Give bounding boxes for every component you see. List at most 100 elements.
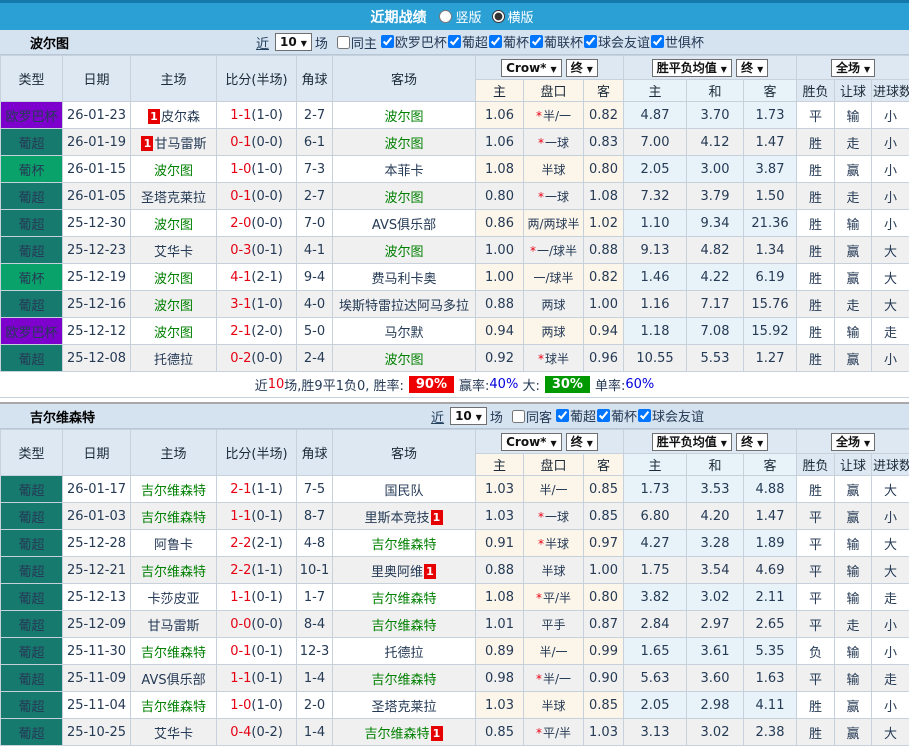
league-checkbox[interactable]	[596, 409, 610, 422]
league-checkbox[interactable]	[380, 35, 394, 48]
avg-away-odds: 2.65	[743, 610, 798, 638]
fulltime-score: 2-1	[230, 481, 252, 497]
league-badge: 葡超	[0, 182, 63, 210]
away-odds: 0.94	[582, 317, 625, 345]
match-row: 葡超 25-12-23 艾华卡 0-3(0-1) 4-1 波尔图 1.00 *一/球半 0.88…	[0, 236, 909, 264]
home-team: 波尔图	[130, 155, 217, 183]
home-odds: 1.01	[475, 610, 524, 638]
match-date: 25-12-12	[62, 317, 131, 345]
result-wdl: 胜	[796, 290, 836, 318]
league-badge: 欧罗巴杯	[0, 101, 63, 129]
league-filter-option[interactable]: 世俱杯	[650, 32, 704, 51]
team-label: 波尔图	[384, 136, 424, 152]
scope-select[interactable]: 全场 ▼	[830, 432, 876, 451]
avg-away-odds: 2.38	[743, 718, 798, 746]
match-date: 25-11-30	[62, 637, 131, 665]
result-wdl: 负	[796, 637, 836, 665]
league-badge: 葡超	[0, 475, 63, 503]
recent-count-select[interactable]: 10 ▼	[275, 33, 312, 51]
team-label: 吉尔维森特	[371, 591, 437, 607]
same-venue-filter[interactable]: 同客	[511, 407, 552, 426]
home-odds: 1.06	[475, 128, 524, 156]
avg-type-select[interactable]: 胜平负均值 ▼	[651, 58, 732, 77]
home-odds: 0.88	[475, 290, 524, 318]
league-filter-option[interactable]: 葡超	[447, 32, 488, 51]
layout-vertical-option[interactable]: 竖版	[439, 7, 482, 26]
match-row: 葡超 25-12-08 托德拉 0-2(0-0) 2-4 波尔图 0.92 *球半 0.96 10…	[0, 344, 909, 372]
fulltime-score: 0-1	[230, 643, 252, 659]
corner-count: 1-4	[296, 718, 333, 746]
page-header: 近期战绩 竖版 横版	[0, 0, 909, 30]
league-filter-option[interactable]: 欧罗巴杯	[380, 32, 447, 51]
league-filter-option[interactable]: 球会友谊	[583, 32, 650, 51]
odds-time-select[interactable]: 终 ▼	[565, 432, 598, 451]
summary-count: 10	[267, 377, 285, 392]
same-venue-checkbox[interactable]	[511, 409, 525, 423]
halftime-score: (1-0)	[251, 296, 283, 312]
fulltime-score: 3-1	[230, 296, 252, 312]
league-label: 球会友谊	[651, 410, 704, 425]
match-score: 2-1(1-1)	[216, 475, 297, 503]
col-avg-home: 主	[623, 453, 688, 476]
avg-away-odds: 1.89	[743, 529, 798, 557]
odds-time-select[interactable]: 终 ▼	[565, 58, 598, 77]
recent-link[interactable]: 近	[256, 33, 269, 52]
team-label: 托德拉	[384, 645, 424, 661]
match-score: 2-1(2-0)	[216, 317, 297, 345]
odds-company-select[interactable]: Crow* ▼	[501, 58, 562, 77]
corner-count: 7-3	[296, 155, 333, 183]
avg-draw-odds: 3.02	[686, 583, 745, 611]
league-badge: 葡超	[0, 691, 63, 719]
league-checkbox[interactable]	[447, 35, 461, 48]
avg-draw-odds: 2.98	[686, 691, 745, 719]
odds-group-header: Crow* ▼ 终 ▼	[474, 55, 625, 80]
league-filter-option[interactable]: 葡杯	[488, 32, 529, 51]
match-score: 3-1(1-0)	[216, 290, 297, 318]
recent-count-select[interactable]: 10 ▼	[450, 407, 487, 425]
avg-home-odds: 2.05	[623, 155, 688, 183]
match-row: 葡超 26-01-03 吉尔维森特 1-1(0-1) 8-7 里斯本竞技 1 1.03 *一球 0…	[0, 502, 909, 530]
avg-type-select[interactable]: 胜平负均值 ▼	[651, 432, 732, 451]
league-filter-option[interactable]: 葡联杯	[529, 32, 583, 51]
league-filter-option[interactable]: 葡超	[555, 406, 596, 425]
avg-time-select[interactable]: 终 ▼	[736, 432, 769, 451]
horizontal-layout-radio[interactable]	[491, 10, 505, 23]
league-checkbox[interactable]	[650, 35, 664, 48]
home-odds: 1.03	[475, 691, 524, 719]
result-wdl: 胜	[796, 718, 836, 746]
handicap-line: 一/球半	[523, 263, 584, 291]
team-label: AVS俱乐部	[371, 217, 437, 233]
result-wdl: 胜	[796, 475, 836, 503]
scope-select[interactable]: 全场 ▼	[830, 58, 876, 77]
away-odds: 1.03	[582, 718, 625, 746]
league-checkbox[interactable]	[583, 35, 597, 48]
result-handicap: 赢	[834, 691, 873, 719]
league-filter-option[interactable]: 球会友谊	[637, 406, 704, 425]
match-row: 葡超 25-12-09 甘马雷斯 0-0(0-0) 8-4 吉尔维森特 1.01 平手 0.87…	[0, 610, 909, 638]
col-corner: 角球	[296, 429, 333, 476]
recent-link[interactable]: 近	[431, 407, 444, 426]
avg-draw-odds: 9.34	[686, 209, 745, 237]
same-venue-checkbox[interactable]	[336, 35, 350, 49]
star-mark: *	[535, 108, 542, 123]
league-filter-option[interactable]: 葡杯	[596, 406, 637, 425]
league-checkbox[interactable]	[637, 409, 651, 422]
table-header-row: 类型 日期 主场 比分(半场) 角球 客场 Crow* ▼ 终 ▼ 胜平负均值 ▼ 终…	[0, 429, 909, 476]
result-goals: 小	[871, 502, 909, 530]
vertical-layout-radio[interactable]	[439, 10, 453, 23]
odds-company-select[interactable]: Crow* ▼	[501, 432, 562, 451]
chevron-down-icon: ▼	[550, 438, 557, 448]
home-team: 甘马雷斯	[130, 610, 217, 638]
league-checkbox[interactable]	[529, 35, 543, 48]
result-handicap: 赢	[834, 475, 873, 503]
avg-time-select[interactable]: 终 ▼	[736, 58, 769, 77]
halftime-score: (0-0)	[251, 616, 283, 632]
avg-draw-odds: 3.79	[686, 182, 745, 210]
layout-horizontal-option[interactable]: 横版	[491, 7, 534, 26]
league-badge: 葡超	[0, 290, 63, 318]
league-checkbox[interactable]	[488, 35, 502, 48]
result-goals: 大	[871, 556, 909, 584]
same-venue-filter[interactable]: 同主	[336, 33, 377, 52]
league-checkbox[interactable]	[555, 409, 569, 422]
corner-count: 1-4	[296, 664, 333, 692]
